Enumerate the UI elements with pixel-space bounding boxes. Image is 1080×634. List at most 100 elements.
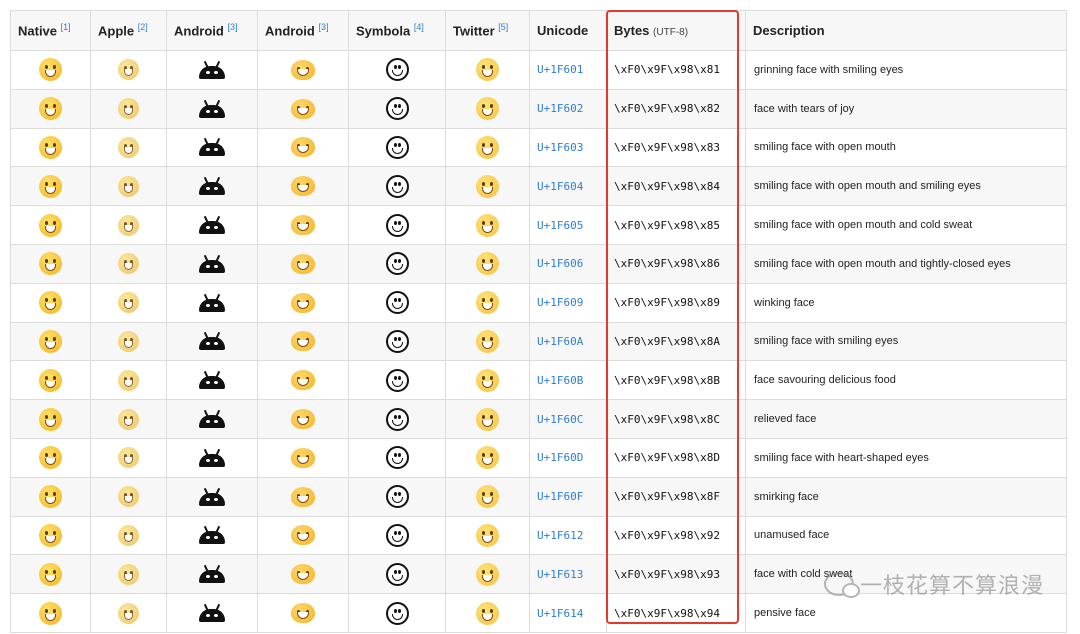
unicode-link[interactable]: U+1F612 [529,515,607,556]
emoji-face-icon [476,213,499,237]
emoji-face-icon [118,486,139,508]
native-emoji-cell [10,476,91,517]
android-emoji-cell [166,321,258,362]
emoji-face-icon [118,253,139,275]
emoji-face-icon [291,98,315,119]
apple-emoji-cell [90,127,167,168]
unicode-link[interactable]: U+1F605 [529,205,607,245]
ref-link[interactable]: [4] [414,22,424,32]
native-emoji-cell [10,515,91,556]
android-emoji-cell [166,554,258,595]
emoji-face-icon [39,329,62,353]
emoji-face-icon [476,329,499,353]
unicode-link[interactable]: U+1F60A [529,321,607,362]
android-blob-emoji-cell [257,360,349,401]
emoji-face-icon [385,601,409,625]
emoji-face-icon [39,213,62,237]
description-cell: face savouring delicious food [745,360,1067,401]
apple-emoji-cell [90,515,167,556]
twitter-emoji-cell [445,166,530,207]
ref-link[interactable]: [1] [61,22,71,32]
symbola-emoji-cell [348,593,446,633]
apple-emoji-cell [90,50,167,90]
emoji-face-icon [291,525,315,546]
emoji-face-icon [385,368,409,392]
bytes-cell: \xF0\x9F\x98\x89 [606,282,746,323]
table-row: U+1F601 \xF0\x9F\x98\x81 grinning face wit… [10,50,1067,90]
android-blob-emoji-cell [257,476,349,517]
emoji-face-icon [118,369,139,391]
twitter-emoji-cell [445,554,530,595]
unicode-link[interactable]: U+1F601 [529,50,607,90]
emoji-face-icon [476,446,499,470]
unicode-link[interactable]: U+1F609 [529,282,607,323]
emoji-face-icon [291,253,315,274]
apple-emoji-cell [90,166,167,207]
android-robot-icon [199,448,225,467]
android-emoji-cell [166,360,258,401]
android-emoji-cell [166,166,258,207]
unicode-link[interactable]: U+1F614 [529,593,607,633]
android-robot-icon [199,177,225,196]
emoji-face-icon [291,292,315,313]
emoji-face-icon [476,58,499,82]
emoji-face-icon [385,213,409,237]
ref-link[interactable]: [5] [498,22,508,32]
emoji-face-icon [385,407,409,431]
symbola-emoji-cell [348,476,446,517]
table-row: U+1F605 \xF0\x9F\x98\x85 smiling face with… [10,205,1067,245]
col-android-blob: Android [3] [257,10,349,51]
symbola-emoji-cell [348,243,446,284]
description-cell: face with tears of joy [745,88,1067,129]
unicode-link[interactable]: U+1F603 [529,127,607,168]
android-emoji-cell [166,476,258,517]
col-twitter: Twitter [5] [445,10,530,51]
emoji-face-icon [385,174,409,198]
emoji-face-icon [385,97,409,121]
android-robot-icon [199,99,225,118]
twitter-emoji-cell [445,476,530,517]
ref-link[interactable]: [3] [227,22,237,32]
native-emoji-cell [10,205,91,245]
apple-emoji-cell [90,88,167,129]
emoji-face-icon [476,97,499,121]
emoji-face-icon [39,252,62,276]
table-row: U+1F60B \xF0\x9F\x98\x8B face savouring de… [10,360,1067,401]
emoji-face-icon [39,523,62,547]
unicode-link[interactable]: U+1F604 [529,166,607,207]
description-cell: relieved face [745,399,1067,439]
twitter-emoji-cell [445,282,530,323]
ref-link[interactable]: [2] [138,22,148,32]
unicode-link[interactable]: U+1F60F [529,476,607,517]
symbola-emoji-cell [348,515,446,556]
unicode-link[interactable]: U+1F606 [529,243,607,284]
android-emoji-cell [166,50,258,90]
unicode-link[interactable]: U+1F602 [529,88,607,129]
android-emoji-cell [166,515,258,556]
table-row: U+1F60F \xF0\x9F\x98\x8F smirking face [10,476,1067,517]
unicode-link[interactable]: U+1F613 [529,554,607,595]
ref-link[interactable]: [3] [318,22,328,32]
col-apple: Apple [2] [90,10,167,51]
emoji-face-icon [476,485,499,509]
emoji-face-icon [118,98,139,120]
twitter-emoji-cell [445,360,530,401]
android-robot-icon [199,293,225,312]
emoji-face-icon [39,407,62,431]
table-row: U+1F603 \xF0\x9F\x98\x83 smiling face with… [10,127,1067,168]
emoji-face-icon [385,291,409,315]
description-cell: unamused face [745,515,1067,556]
emoji-face-icon [476,368,499,392]
col-symbola: Symbola [4] [348,10,446,51]
symbola-emoji-cell [348,282,446,323]
unicode-link[interactable]: U+1F60B [529,360,607,401]
emoji-face-icon [39,291,62,315]
emoji-face-icon [291,564,315,585]
bytes-cell: \xF0\x9F\x98\x81 [606,50,746,90]
description-cell: smiling face with open mouth and smiling… [745,166,1067,207]
bytes-cell: \xF0\x9F\x98\x8B [606,360,746,401]
unicode-link[interactable]: U+1F60C [529,399,607,439]
bytes-cell: \xF0\x9F\x98\x94 [606,593,746,633]
unicode-link[interactable]: U+1F60D [529,437,607,478]
emoji-face-icon [39,446,62,470]
